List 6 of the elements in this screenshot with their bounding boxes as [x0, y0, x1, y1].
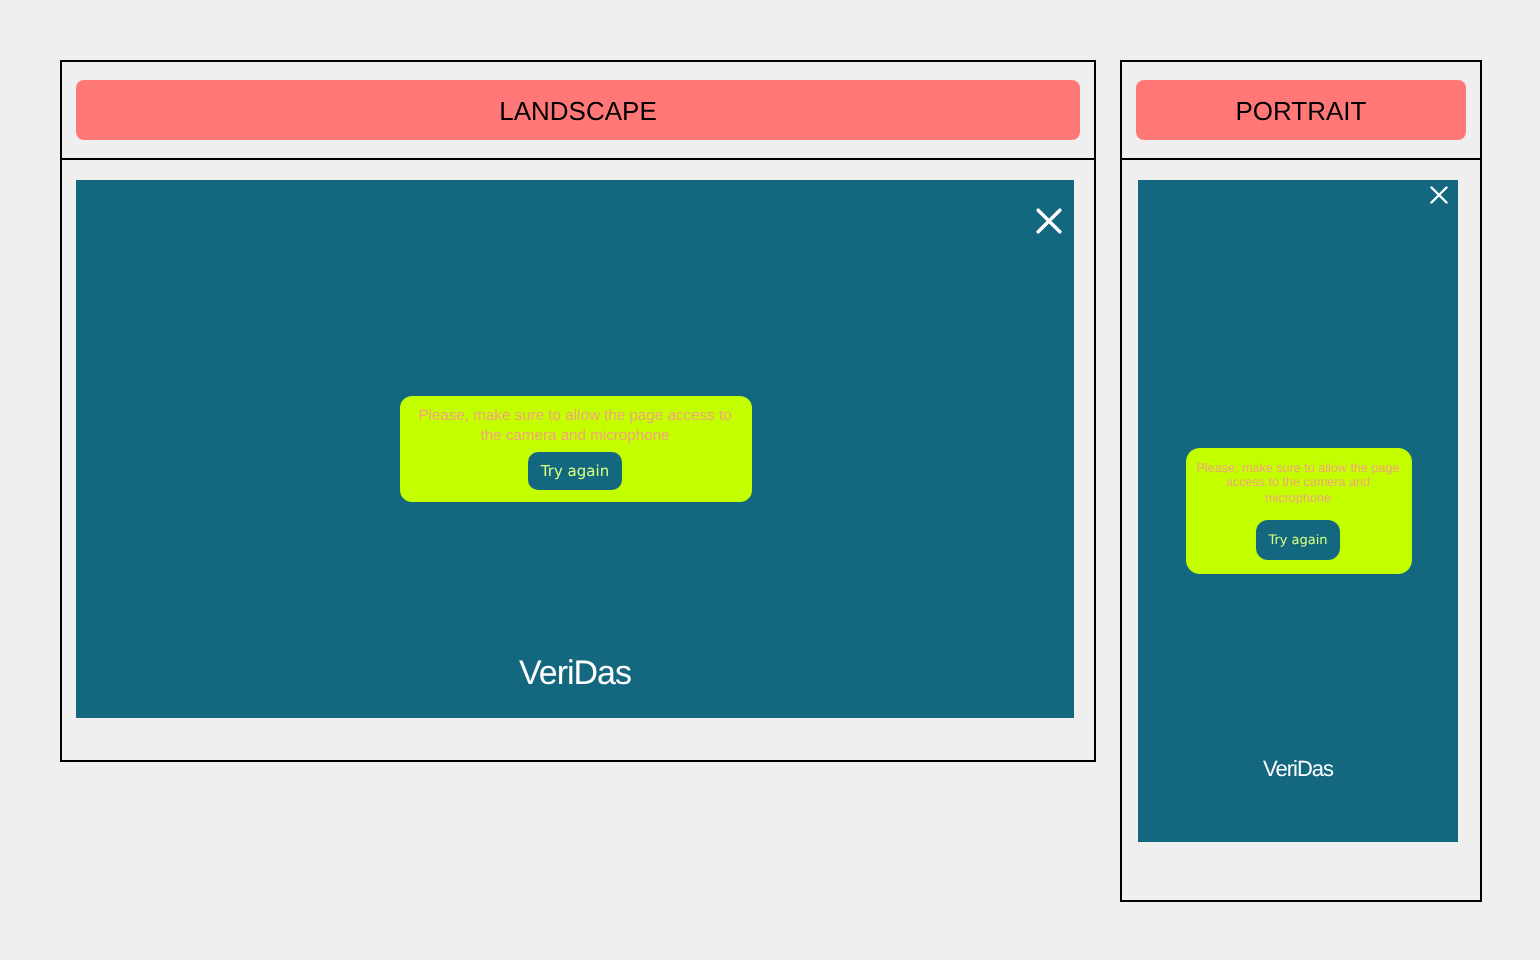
mode-button[interactable]: LANDSCAPE: [76, 80, 1080, 140]
brand-logo: VeriDas: [516, 654, 634, 694]
close-icon[interactable]: [1430, 186, 1448, 204]
close-icon[interactable]: [1036, 208, 1062, 234]
brand-logo: VeriDas: [1260, 758, 1336, 782]
mode-button[interactable]: PORTRAIT: [1136, 80, 1466, 140]
